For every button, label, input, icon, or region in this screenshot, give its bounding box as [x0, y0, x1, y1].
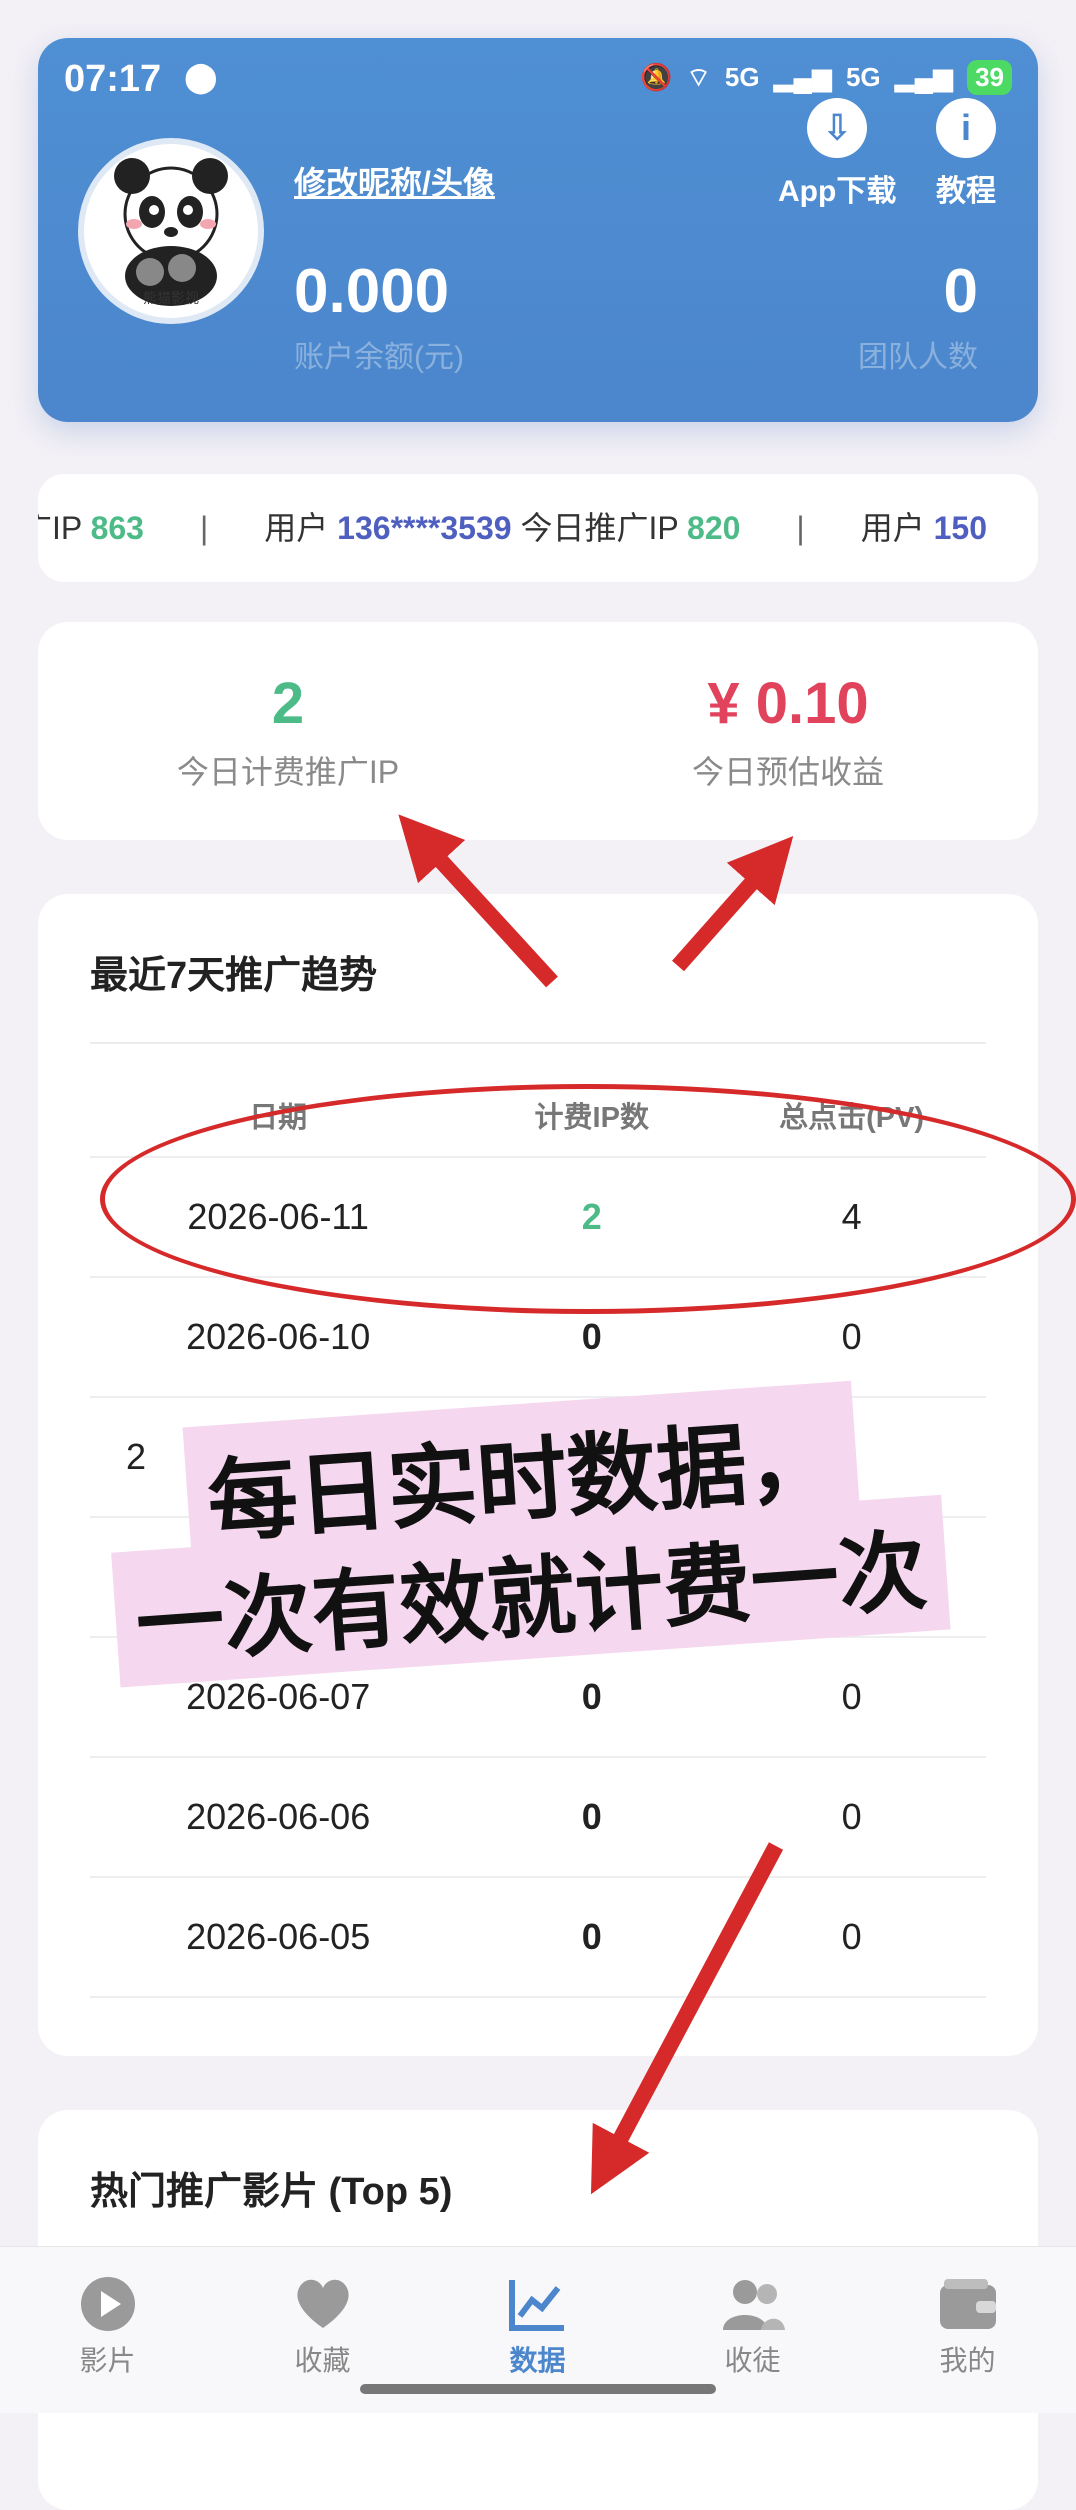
signal-bars-icon-2: ▂▄▆: [894, 62, 954, 92]
row-pv: 0: [717, 1757, 986, 1878]
today-ip-label: 今日计费推广IP: [176, 754, 400, 790]
nav-label: 收藏: [294, 2345, 351, 2376]
signal-bars-icon: ▂▄▆: [773, 62, 832, 92]
signal-label-2: 5G: [845, 62, 881, 92]
row-pv: 0: [717, 1637, 986, 1758]
nav-item-data[interactable]: 数据: [430, 2269, 645, 2379]
team-count-label: 团队人数: [858, 341, 978, 374]
nav-label: 收徒: [724, 2345, 781, 2376]
table-row: 2026-06-05 0 0: [90, 1877, 986, 1998]
avatar-caption: 熊猫影视: [143, 290, 199, 306]
today-stats-card: 2 今日计费推广IP ¥ 0.10 今日预估收益: [38, 622, 1038, 840]
hot-movies-title: 热门推广影片 (Top 5): [90, 2171, 453, 2213]
nav-label: 我的: [939, 2345, 996, 2376]
chart-icon: [430, 2269, 645, 2339]
today-income-label: 今日预估收益: [691, 754, 884, 790]
nav-label: 数据: [509, 2345, 566, 2376]
row-pv: 0: [717, 1877, 986, 1998]
ticker-track: 广IP 863 | 用户 136****3539 今日推广IP 820 | 用户…: [38, 474, 987, 582]
balance-value: 0.000: [294, 257, 450, 326]
status-right: 🔕 ⌔ 5G ▂▄▆ 5G ▂▄▆ 39: [640, 60, 1012, 95]
nav-item-mine[interactable]: 我的: [860, 2269, 1075, 2379]
mute-icon: 🔕: [640, 62, 673, 92]
row-ip: 0: [466, 1877, 718, 1998]
app-download-button[interactable]: ⇩ App下载: [778, 98, 896, 210]
today-ip-value: 2: [271, 671, 305, 736]
play-icon: [0, 2269, 215, 2339]
app-download-label: App下载: [778, 175, 897, 208]
today-income-stat: ¥ 0.10 今日预估收益: [538, 670, 1038, 793]
ticker-prefix: 用户: [860, 510, 925, 546]
users-icon: [645, 2269, 860, 2339]
nav-label: 影片: [79, 2345, 136, 2376]
nav-item-apprentice[interactable]: 收徒: [645, 2269, 860, 2379]
location-icon: ⬤: [184, 61, 218, 94]
status-time: 07:17: [64, 58, 162, 100]
today-income-value: ¥ 0.10: [707, 671, 869, 736]
ticker-item: 用户 136****3539 今日推广IP 820: [264, 474, 740, 582]
account-header: 07:17 ⬤ 🔕 ⌔ 5G ▂▄▆ 5G ▂▄▆ 39 熊猫影视 修改昵称/头…: [38, 38, 1038, 422]
nav-item-movies[interactable]: 影片: [0, 2269, 215, 2379]
ticker-user: 136****3539: [337, 510, 512, 546]
home-indicator[interactable]: [360, 2384, 716, 2394]
ticker-separator: |: [199, 510, 209, 546]
wifi-icon: ⌔: [686, 62, 711, 92]
ticker-prefix: 用户: [264, 510, 329, 546]
edit-nickname-link[interactable]: 修改昵称/头像: [294, 158, 495, 204]
info-icon: i: [936, 98, 996, 158]
wallet-icon: [860, 2269, 1075, 2339]
today-ip-stat: 2 今日计费推广IP: [38, 670, 538, 793]
highlight-ellipse: [100, 1084, 1076, 1314]
row-date: 2026-06-05: [90, 1877, 467, 1998]
ticker-item: 用户 150: [861, 474, 987, 582]
ticker-user: 150: [933, 510, 988, 546]
ticker-item: 广IP 863: [38, 474, 144, 582]
ticker-value: 863: [90, 510, 144, 546]
tutorial-label: 教程: [936, 175, 996, 208]
row-ip: 0: [466, 1757, 718, 1878]
nav-item-favorites[interactable]: 收藏: [215, 2269, 430, 2379]
ticker-separator: |: [796, 510, 805, 546]
ticker-text: 今日推广IP: [520, 510, 679, 546]
signal-label-1: 5G: [724, 62, 760, 92]
ticker-prefix: 广IP: [38, 510, 82, 546]
promotion-ticker: 广IP 863 | 用户 136****3539 今日推广IP 820 | 用户…: [38, 474, 1038, 582]
status-bar: 07:17 ⬤ 🔕 ⌔ 5G ▂▄▆ 5G ▂▄▆ 39: [64, 52, 1012, 100]
avatar[interactable]: 熊猫影视: [78, 138, 264, 324]
team-count-value: 0: [943, 257, 978, 326]
row-date: 2026-06-06: [90, 1757, 467, 1878]
balance-label: 账户余额(元): [294, 341, 464, 374]
trend-title: 最近7天推广趋势: [90, 955, 378, 997]
battery-indicator: 39: [967, 60, 1012, 95]
heart-icon: [215, 2269, 430, 2339]
table-row: 2026-06-06 0 0: [90, 1757, 986, 1878]
divider: [90, 1042, 986, 1044]
ticker-value: 820: [687, 510, 741, 546]
download-icon: ⇩: [807, 98, 868, 158]
tutorial-button[interactable]: i 教程: [936, 98, 996, 210]
